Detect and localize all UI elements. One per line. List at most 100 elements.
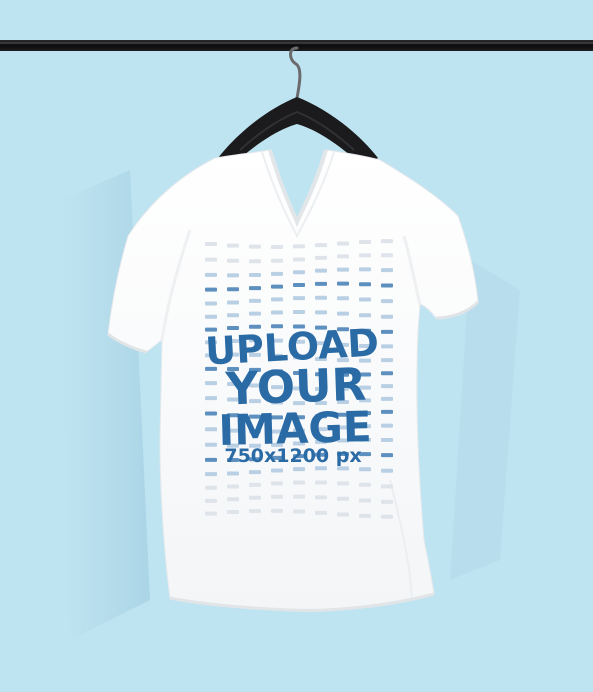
- pattern-dash: [205, 442, 217, 447]
- pattern-dash: [227, 300, 239, 305]
- pattern-dash: [293, 244, 305, 249]
- pattern-dash: [205, 242, 217, 246]
- pattern-dash: [381, 371, 393, 376]
- pattern-dash: [227, 273, 239, 278]
- pattern-dash: [359, 467, 371, 472]
- pattern-dash: [293, 509, 305, 514]
- pattern-dash: [271, 481, 283, 486]
- pattern-dash: [249, 286, 261, 291]
- pattern-dash: [249, 495, 261, 500]
- pattern-dash: [205, 272, 217, 277]
- pattern-dash: [337, 254, 349, 259]
- pattern-dash: [381, 453, 393, 458]
- pattern-dash: [315, 480, 327, 485]
- pattern-dash: [249, 482, 261, 487]
- pattern-dash: [205, 287, 217, 292]
- pattern-dash: [205, 485, 217, 490]
- pattern-dash: [227, 497, 239, 502]
- pattern-dash: [337, 281, 349, 286]
- pattern-dash: [381, 358, 393, 363]
- pattern-dash: [337, 512, 349, 517]
- pattern-dash: [205, 301, 217, 306]
- pattern-dash: [249, 298, 261, 303]
- pattern-dash: [293, 310, 305, 315]
- pattern-dash: [249, 259, 261, 264]
- pattern-dash: [381, 468, 393, 473]
- pattern-dash: [249, 470, 261, 475]
- pattern-dash: [381, 409, 393, 414]
- pattern-dash: [249, 509, 261, 514]
- pattern-dash: [337, 241, 349, 246]
- pattern-dash: [227, 510, 239, 515]
- pattern-dash: [249, 311, 261, 316]
- tshirt-mockup-scene: UPLOAD YOUR IMAGE 750x1200 px: [0, 40, 593, 640]
- pattern-dash: [293, 480, 305, 485]
- pattern-dash: [359, 240, 371, 245]
- pattern-dash: [359, 513, 371, 518]
- pattern-dash: [381, 396, 393, 401]
- pattern-dash: [359, 282, 371, 287]
- pattern-dash: [205, 511, 217, 516]
- pattern-dash: [271, 468, 283, 473]
- pattern-dash: [293, 494, 305, 499]
- pattern-dash: [381, 484, 393, 489]
- pattern-dash: [205, 314, 217, 319]
- pattern-dash: [293, 257, 305, 262]
- pattern-dash: [271, 271, 283, 276]
- pattern-dash: [381, 344, 393, 349]
- pattern-dash: [205, 411, 217, 416]
- pattern-dash: [205, 396, 217, 401]
- pattern-dash: [249, 244, 261, 249]
- pattern-dash: [381, 514, 393, 519]
- pattern-dash: [315, 281, 327, 286]
- pattern-dash: [293, 296, 305, 301]
- pattern-dash: [337, 311, 349, 316]
- pattern-dash: [315, 255, 327, 260]
- pattern-dash: [315, 268, 327, 273]
- pattern-dash: [337, 481, 349, 486]
- pattern-dash: [381, 239, 393, 244]
- pattern-dash: [337, 496, 349, 501]
- pattern-dash: [271, 284, 283, 289]
- pattern-dash: [381, 268, 393, 273]
- pattern-dash: [381, 283, 393, 288]
- pattern-dash: [227, 313, 239, 318]
- pattern-dash: [205, 427, 217, 432]
- pattern-dash: [381, 499, 393, 504]
- pattern-dash: [271, 244, 283, 249]
- print-area: UPLOAD YOUR IMAGE 750x1200 px: [204, 320, 380, 467]
- pattern-dash: [271, 310, 283, 315]
- pattern-dash: [359, 267, 371, 272]
- pattern-dash: [293, 467, 305, 472]
- pattern-dash: [315, 510, 327, 515]
- pattern-dash: [359, 313, 371, 318]
- pattern-dash: [227, 258, 239, 263]
- pattern-dash: [381, 253, 393, 258]
- pattern-dash: [359, 482, 371, 487]
- pattern-dash: [381, 329, 393, 334]
- pattern-dash: [337, 296, 349, 301]
- pattern-dash: [381, 438, 393, 443]
- pattern-dash: [205, 457, 217, 462]
- pattern-dash: [381, 384, 393, 389]
- pattern-dash: [315, 310, 327, 315]
- pattern-dash: [271, 297, 283, 302]
- pattern-dash: [359, 498, 371, 503]
- pattern-dash: [271, 508, 283, 513]
- pattern-dash: [249, 272, 261, 277]
- pattern-dash: [315, 243, 327, 248]
- dimensions-label: 750x1200 px: [224, 445, 361, 467]
- pattern-dash: [227, 287, 239, 292]
- pattern-dash: [205, 381, 217, 386]
- pattern-dash: [205, 498, 217, 503]
- pattern-dash: [293, 270, 305, 275]
- pattern-dash: [359, 297, 371, 302]
- pattern-dash: [381, 314, 393, 319]
- pattern-dash: [359, 253, 371, 258]
- pattern-dash: [337, 267, 349, 272]
- pattern-dash: [271, 258, 283, 263]
- hanger-icon: [218, 46, 378, 163]
- pattern-dash: [315, 495, 327, 500]
- pattern-dash: [205, 472, 217, 477]
- pattern-dash: [381, 423, 393, 428]
